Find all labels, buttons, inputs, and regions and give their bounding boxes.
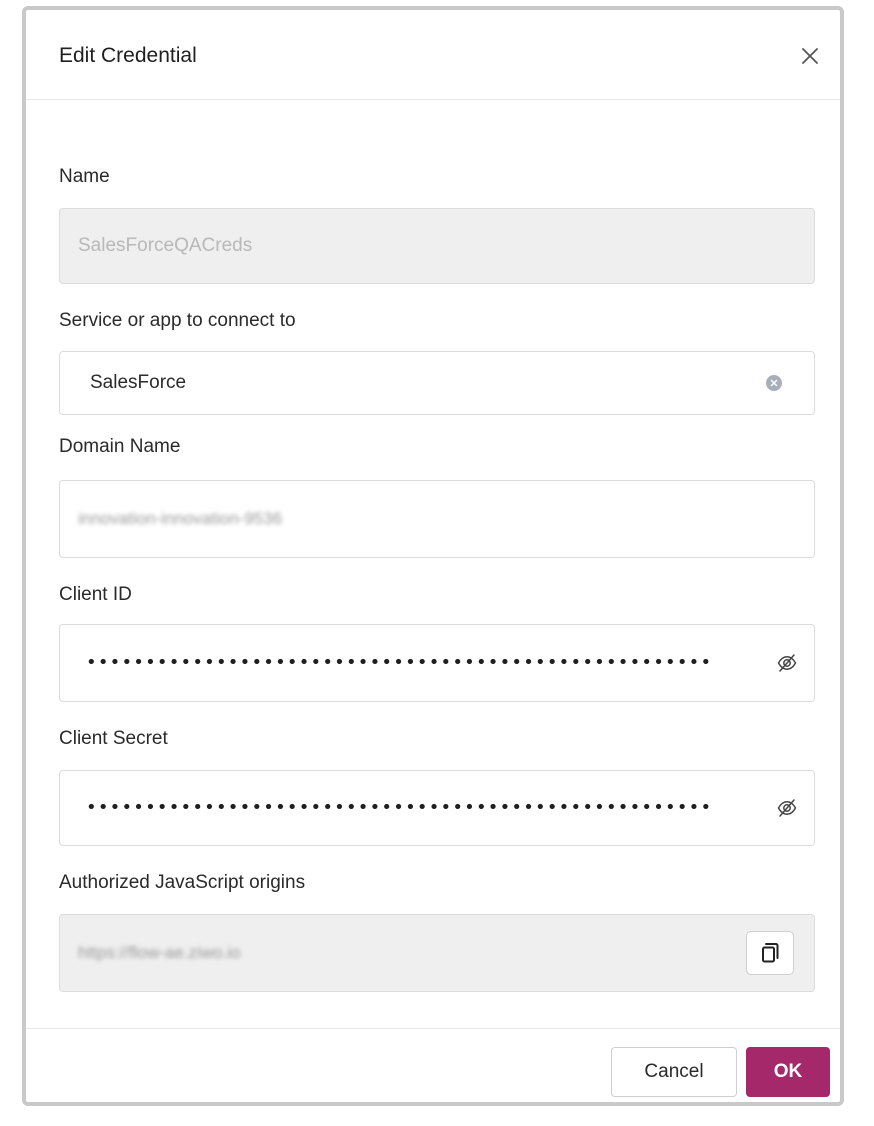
origins-value: https://flow-ae.ziwo.io [78,943,241,962]
client-id-masked-value: ••••••••••••••••••••••••••••••••••••••••… [86,652,713,674]
eye-slash-icon[interactable] [776,652,798,674]
service-select[interactable]: SalesForce [59,351,815,415]
clear-circle-icon[interactable] [766,375,782,391]
dialog-header: Edit Credential [26,10,840,100]
name-field[interactable] [59,208,815,284]
close-button[interactable] [798,44,822,68]
service-label: Service or app to connect to [59,310,296,331]
close-icon [802,48,818,64]
ok-button[interactable]: OK [746,1047,830,1097]
client-id-field[interactable]: ••••••••••••••••••••••••••••••••••••••••… [59,624,815,702]
client-id-label: Client ID [59,584,132,605]
service-selected-value: SalesForce [90,372,187,393]
edit-credential-dialog: Edit Credential Name Service or app to c… [22,6,844,1106]
dialog-title: Edit Credential [59,44,197,67]
cancel-button[interactable]: Cancel [611,1047,737,1097]
eye-slash-icon[interactable] [776,797,798,819]
client-secret-label: Client Secret [59,728,168,749]
client-secret-field[interactable]: ••••••••••••••••••••••••••••••••••••••••… [59,770,815,846]
client-secret-masked-value: ••••••••••••••••••••••••••••••••••••••••… [86,797,713,819]
name-input[interactable] [60,209,814,283]
name-label: Name [59,166,110,187]
domain-field[interactable]: innovation-innovation-9536 [59,480,815,558]
origins-field[interactable]: https://flow-ae.ziwo.io [59,914,815,992]
origins-label: Authorized JavaScript origins [59,872,306,893]
domain-input-value: innovation-innovation-9536 [78,509,283,528]
copy-button[interactable] [746,931,794,975]
dialog-footer: Cancel OK [26,1028,840,1106]
domain-label: Domain Name [59,436,181,457]
copy-icon [762,943,779,963]
